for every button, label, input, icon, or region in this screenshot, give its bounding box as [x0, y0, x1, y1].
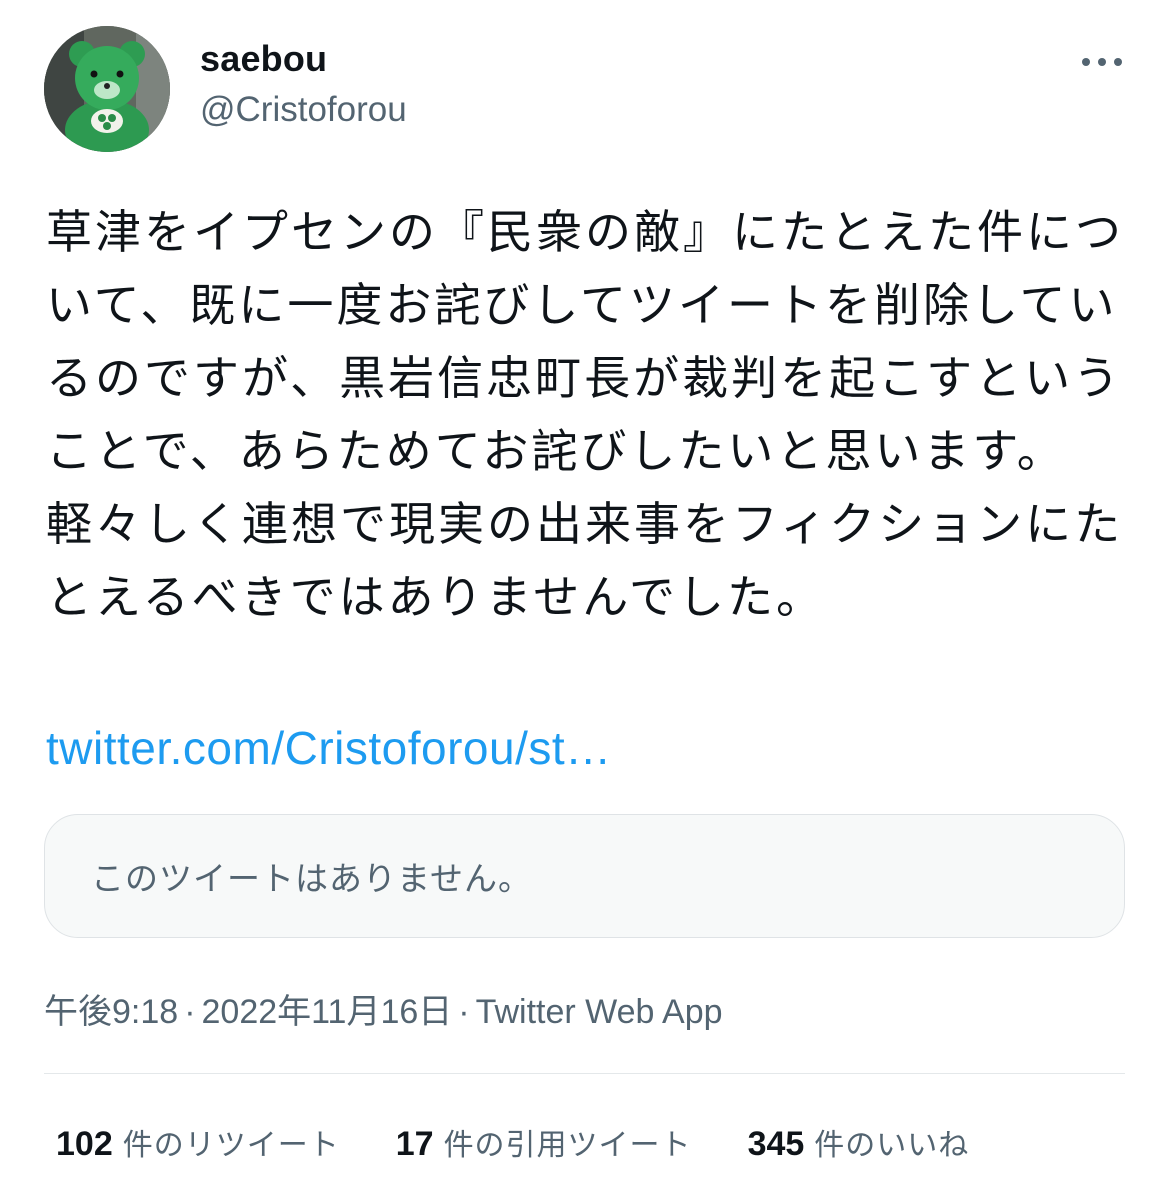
- like-count[interactable]: 345 件のいいね: [748, 1120, 970, 1164]
- divider: [44, 1073, 1125, 1074]
- quoted-tweet-unavailable-card: このツイートはありません。: [44, 814, 1125, 938]
- more-options-icon[interactable]: [1080, 44, 1124, 80]
- tweet-date[interactable]: 2022年11月16日: [202, 993, 453, 1031]
- tweet-time[interactable]: 午後9:18: [44, 993, 178, 1031]
- tweet-link[interactable]: twitter.com/Cristoforou/st…: [46, 716, 612, 780]
- retweet-count-label: 件のリツイート: [122, 1129, 340, 1162]
- quote-count-label: 件の引用ツイート: [443, 1129, 692, 1162]
- display-name[interactable]: saebou: [200, 38, 327, 80]
- more-dot: [1114, 58, 1122, 66]
- engagement-stats: 102 件のリツイート 17 件の引用ツイート 345 件のいいね: [56, 1120, 969, 1164]
- quote-tweet-count[interactable]: 17 件の引用ツイート: [396, 1120, 692, 1164]
- tweet-metadata: 午後9:18 · 2022年11月16日 · Twitter Web App: [44, 984, 723, 1033]
- user-handle[interactable]: @Cristoforou: [200, 90, 407, 130]
- tweet-text: 草津をイプセンの『民衆の敵』にたとえた件について、既に一度お詫びしてツイートを削…: [46, 205, 1124, 624]
- avatar[interactable]: [44, 26, 170, 152]
- more-dot: [1098, 58, 1106, 66]
- meta-separator: ·: [184, 993, 196, 1031]
- green-bear-avatar-image: [44, 26, 170, 152]
- retweet-count[interactable]: 102 件のリツイート: [56, 1120, 340, 1164]
- meta-separator: ·: [458, 993, 470, 1031]
- like-count-value: 345: [747, 1125, 805, 1163]
- like-count-label: 件のいいね: [814, 1129, 970, 1162]
- tweet-source[interactable]: Twitter Web App: [476, 993, 723, 1031]
- more-dot: [1082, 58, 1090, 66]
- retweet-count-value: 102: [56, 1125, 113, 1163]
- quote-count-value: 17: [395, 1125, 434, 1163]
- unavailable-message: このツイートはありません。: [91, 859, 533, 898]
